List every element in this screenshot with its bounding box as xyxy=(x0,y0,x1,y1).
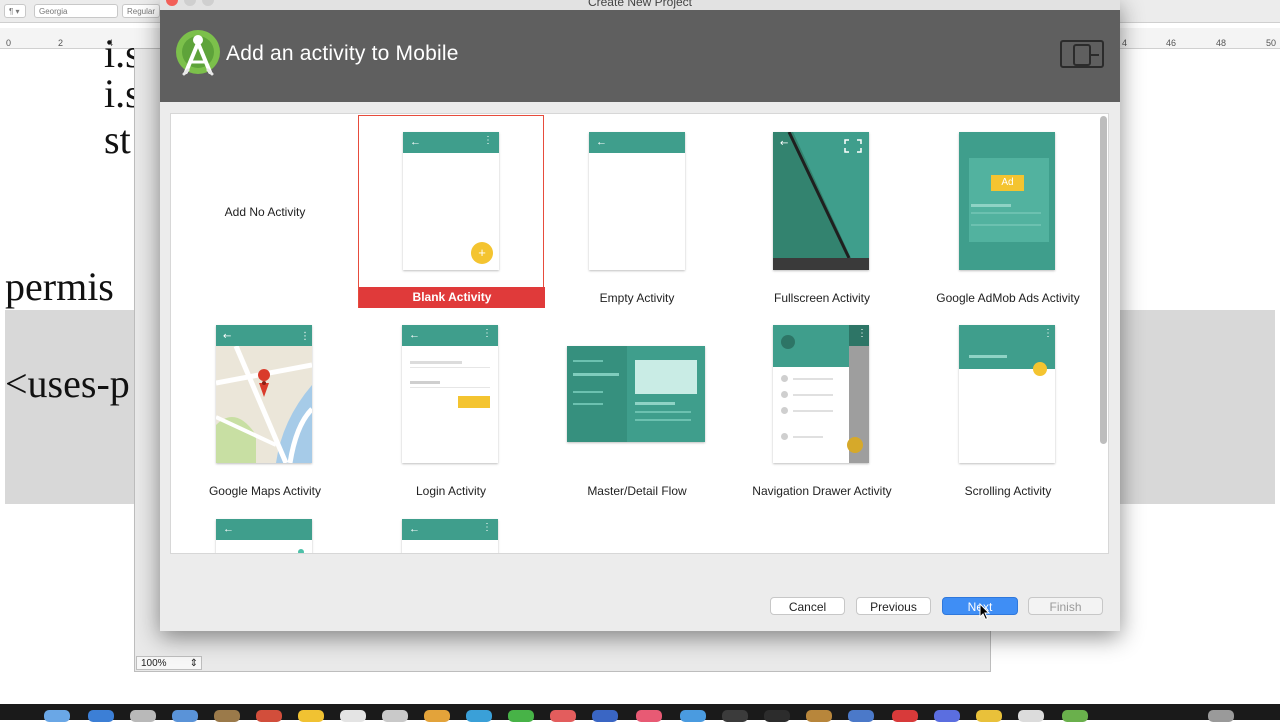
zoom-combo[interactable]: 100% ⇕ xyxy=(136,656,202,670)
svg-text:⋮: ⋮ xyxy=(300,331,310,342)
document-text: permis xyxy=(5,264,114,309)
page-title: Add an activity to Mobile xyxy=(226,42,459,65)
master-detail-preview xyxy=(567,346,705,442)
scrolling-activity-preview: ⋮ xyxy=(959,325,1055,463)
activity-tile-maps-activity[interactable]: ← ⋮ Google Maps Activity xyxy=(172,310,358,503)
finish-button[interactable]: Finish xyxy=(1028,597,1103,615)
ruler-number: 0 xyxy=(6,38,12,48)
activity-label: Navigation Drawer Activity xyxy=(752,484,892,498)
itunes-icon[interactable] xyxy=(636,710,662,722)
app-icon[interactable] xyxy=(130,710,156,722)
app-icon[interactable] xyxy=(382,710,408,722)
app-icon[interactable] xyxy=(172,710,198,722)
app-icon[interactable] xyxy=(466,710,492,722)
activity-tile-partial[interactable]: ← ⋮ xyxy=(358,506,544,553)
app-icon[interactable] xyxy=(722,710,748,722)
activity-preview: ← xyxy=(216,519,312,553)
activity-gallery: Add No Activity ← ⋮ + Blank Activity ← Em… xyxy=(170,113,1109,554)
activity-label: Login Activity xyxy=(415,484,487,498)
window-title: Create New Project xyxy=(587,0,693,9)
blank-activity-preview: ← ⋮ + xyxy=(403,132,499,270)
activity-tile-admob-activity[interactable]: Ad Google AdMob Ads Activity xyxy=(915,115,1101,308)
activity-tile-partial[interactable]: ← xyxy=(172,506,358,553)
previous-button[interactable]: Previous xyxy=(856,597,931,615)
ruler-number: 4 xyxy=(1122,38,1128,48)
document-text: <uses-p xyxy=(5,361,130,406)
activity-label: Blank Activity xyxy=(359,287,545,308)
app-icon[interactable] xyxy=(934,710,960,722)
activity-label: Scrolling Activity xyxy=(964,484,1052,498)
android-studio-icon[interactable] xyxy=(1062,710,1088,722)
font-family-combo[interactable]: Georgia xyxy=(34,4,118,18)
activity-label: Empty Activity xyxy=(599,291,675,305)
trash-icon[interactable] xyxy=(1208,710,1234,722)
app-icon[interactable] xyxy=(680,710,706,722)
ruler-number: 50 xyxy=(1266,38,1277,48)
activity-label: Master/Detail Flow xyxy=(587,484,687,498)
document-text: st xyxy=(104,117,131,162)
ruler-number: 46 xyxy=(1166,38,1177,48)
dialog-header: Add an activity to Mobile xyxy=(160,10,1120,102)
app-icon[interactable] xyxy=(592,710,618,722)
fab-icon: + xyxy=(471,242,493,264)
android-studio-logo-icon xyxy=(176,30,220,76)
app-icon[interactable] xyxy=(214,710,240,722)
fullscreen-activity-preview: ← xyxy=(773,132,869,270)
activity-tile-login-activity[interactable]: ← ⋮ Login Activity xyxy=(358,310,544,503)
app-icon[interactable] xyxy=(256,710,282,722)
app-icon[interactable] xyxy=(1018,710,1044,722)
app-icon[interactable] xyxy=(976,710,1002,722)
activity-tile-fullscreen-activity[interactable]: ← Fullscreen Activity xyxy=(729,115,915,308)
app-icon[interactable] xyxy=(424,710,450,722)
finder-icon[interactable] xyxy=(44,710,70,722)
terminal-icon[interactable] xyxy=(764,710,790,722)
create-project-dialog: Create New Project Add an activity to Mo… xyxy=(160,0,1120,631)
svg-text:←: ← xyxy=(780,138,788,149)
ad-badge: Ad xyxy=(991,175,1024,191)
zoom-value: 100% xyxy=(141,658,167,669)
messages-icon[interactable] xyxy=(508,710,534,722)
activity-label: Google Maps Activity xyxy=(208,484,322,498)
mouse-cursor-icon xyxy=(979,603,991,621)
activity-preview: ← ⋮ xyxy=(402,519,498,553)
window-titlebar: Create New Project xyxy=(160,0,1120,10)
activity-tile-master-detail-flow[interactable]: Master/Detail Flow xyxy=(544,310,730,503)
notes-icon[interactable] xyxy=(298,710,324,722)
admob-activity-preview: Ad xyxy=(959,132,1055,270)
activity-label: Add No Activity xyxy=(224,205,306,219)
activity-tile-scrolling-activity[interactable]: ⋮ Scrolling Activity xyxy=(915,310,1101,503)
app-icon[interactable] xyxy=(806,710,832,722)
phone-tablet-icon xyxy=(1060,40,1104,68)
activity-label: Google AdMob Ads Activity xyxy=(936,291,1080,305)
maps-activity-preview: ← ⋮ xyxy=(216,325,312,463)
app-icon[interactable] xyxy=(848,710,874,722)
app-icon[interactable] xyxy=(892,710,918,722)
empty-activity-preview: ← xyxy=(589,132,685,270)
activity-tile-blank-activity[interactable]: ← ⋮ + Blank Activity xyxy=(358,115,545,308)
activity-tile-navigation-drawer-activity[interactable]: ⋮ Navigation Drawer Activity xyxy=(729,310,915,503)
navigation-drawer-preview: ⋮ xyxy=(773,325,869,463)
svg-text:←: ← xyxy=(223,331,231,342)
safari-icon[interactable] xyxy=(88,710,114,722)
paragraph-style-combo[interactable]: ¶ ▾ xyxy=(4,4,26,18)
login-activity-preview: ← ⋮ xyxy=(402,325,498,463)
ruler-number: 48 xyxy=(1216,38,1227,48)
activity-tile-empty-activity[interactable]: ← Empty Activity xyxy=(544,115,730,308)
activity-label: Fullscreen Activity xyxy=(773,291,871,305)
app-icon[interactable] xyxy=(340,710,366,722)
ruler-number: 2 xyxy=(58,38,64,48)
activity-tile-add-no-activity[interactable]: Add No Activity xyxy=(172,115,358,308)
app-icon[interactable] xyxy=(550,710,576,722)
cancel-button[interactable]: Cancel xyxy=(770,597,845,615)
gallery-scrollbar[interactable] xyxy=(1100,116,1107,444)
font-style-combo[interactable]: Regular xyxy=(122,4,160,18)
